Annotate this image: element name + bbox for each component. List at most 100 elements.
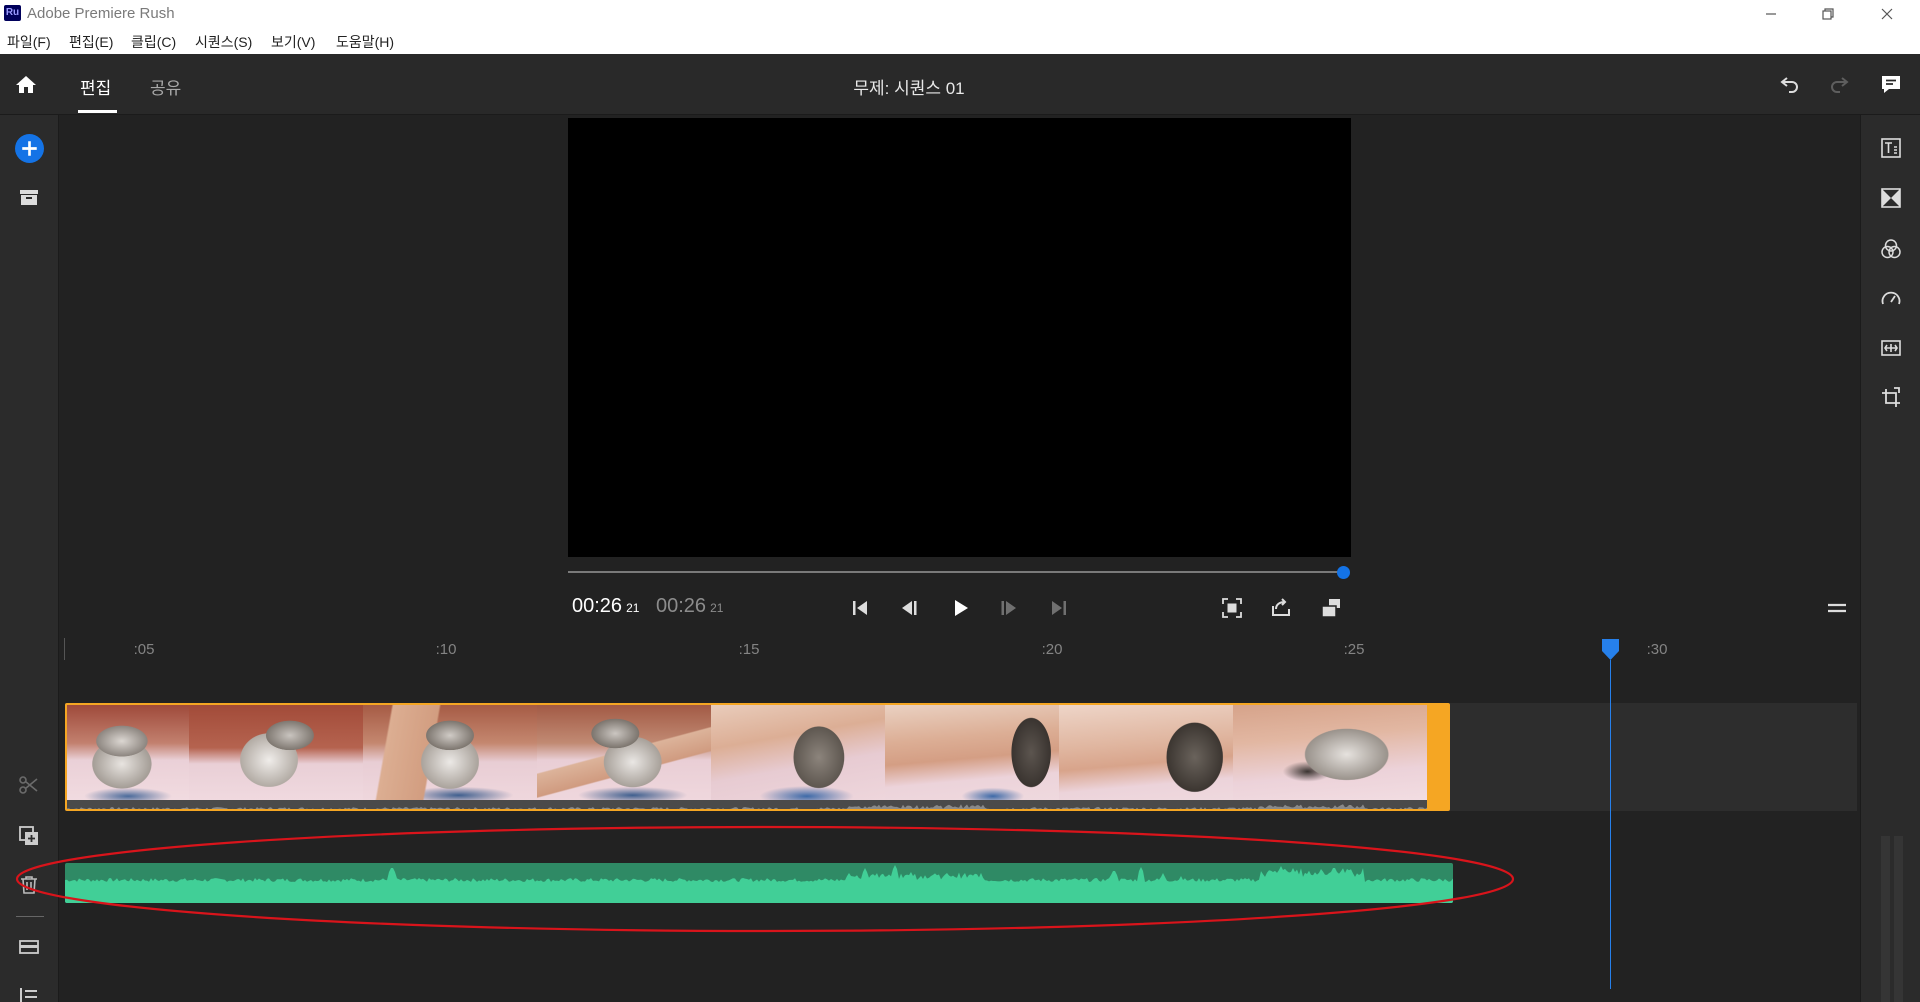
video-preview[interactable] bbox=[568, 118, 1351, 557]
menu-file[interactable]: 파일(F) bbox=[7, 32, 51, 52]
toolbar-divider bbox=[16, 916, 44, 917]
premiere-rush-window: Ru Adobe Premiere Rush 파일(F) 편집(E) 클립(C)… bbox=[0, 0, 1920, 1002]
scrubber-handle[interactable] bbox=[1336, 566, 1350, 579]
add-track-button[interactable] bbox=[13, 931, 45, 963]
duration-timecode: 00:26 21 bbox=[656, 595, 723, 618]
color-icon bbox=[1881, 239, 1901, 259]
step-forward-icon bbox=[1001, 601, 1016, 615]
audio-button[interactable] bbox=[1875, 332, 1907, 364]
close-icon bbox=[1881, 8, 1893, 19]
clip-thumbnail bbox=[537, 705, 711, 800]
minimize-icon bbox=[1766, 12, 1776, 15]
menu-edit[interactable]: 편집(E) bbox=[69, 32, 113, 52]
undo-button[interactable] bbox=[1774, 69, 1806, 101]
duration-frames: 21 bbox=[710, 601, 724, 615]
fullscreen-icon bbox=[1222, 598, 1242, 618]
video-clip[interactable] bbox=[65, 703, 1450, 811]
transform-button[interactable] bbox=[1875, 382, 1907, 414]
embedded-waveform bbox=[67, 804, 1429, 809]
color-button[interactable] bbox=[1875, 233, 1907, 265]
right-toolbar bbox=[1860, 115, 1920, 1002]
close-button[interactable] bbox=[1864, 0, 1910, 27]
speed-icon bbox=[1881, 291, 1901, 305]
restore-button[interactable] bbox=[1805, 0, 1851, 27]
graphics-button[interactable] bbox=[1875, 132, 1907, 164]
timeline-menu-button[interactable] bbox=[1821, 592, 1853, 624]
clip-thumbnail bbox=[363, 705, 537, 800]
clip-thumbnails bbox=[67, 705, 1429, 800]
skip-to-start-icon bbox=[853, 601, 867, 615]
ruler-label: :05 bbox=[133, 641, 155, 658]
speed-button[interactable] bbox=[1875, 282, 1907, 314]
ruler-label: :30 bbox=[1646, 641, 1668, 658]
clip-thumbnail bbox=[189, 705, 363, 800]
menu-clip[interactable]: 클립(C) bbox=[131, 32, 176, 52]
app-header: 편집 공유 무제: 시퀀스 01 bbox=[0, 54, 1920, 115]
skip-to-end-button[interactable] bbox=[1043, 592, 1075, 624]
delete-icon bbox=[21, 876, 37, 894]
clip-thumbnail bbox=[67, 705, 189, 800]
redo-button[interactable] bbox=[1823, 69, 1855, 101]
clip-thumbnail bbox=[1233, 705, 1429, 800]
menu-view[interactable]: 보기(V) bbox=[271, 32, 315, 52]
current-frames: 21 bbox=[626, 601, 640, 615]
transitions-icon bbox=[1881, 188, 1901, 208]
playhead-line bbox=[1610, 660, 1611, 989]
ruler-start-tick bbox=[64, 638, 65, 660]
feedback-icon bbox=[1882, 76, 1900, 93]
menu-help[interactable]: 도움말(H) bbox=[336, 32, 394, 52]
media-bin-button[interactable] bbox=[13, 182, 45, 214]
menu-bar: 파일(F) 편집(E) 클립(C) 시퀀스(S) 보기(V) 도움말(H) bbox=[0, 27, 1920, 54]
audio-meter-right bbox=[1894, 836, 1903, 1002]
clip-trim-handle[interactable] bbox=[1427, 705, 1448, 809]
track-list-button[interactable] bbox=[13, 984, 45, 1002]
step-back-button[interactable] bbox=[893, 592, 925, 624]
audio-meter-left bbox=[1881, 836, 1890, 1002]
loop-button[interactable] bbox=[1265, 592, 1297, 624]
ruler-label: :15 bbox=[738, 641, 760, 658]
play-button[interactable] bbox=[944, 592, 976, 624]
aspect-ratio-button[interactable] bbox=[1315, 592, 1347, 624]
clip-embedded-audio-waveform bbox=[67, 800, 1429, 809]
scrubber-track[interactable] bbox=[568, 571, 1343, 573]
skip-to-end-icon bbox=[1052, 601, 1066, 615]
split-clip-button[interactable] bbox=[13, 769, 45, 801]
menu-sequence[interactable]: 시퀀스(S) bbox=[195, 32, 252, 52]
ruler-label: :10 bbox=[435, 641, 457, 658]
title-bar: Ru Adobe Premiere Rush bbox=[0, 0, 1920, 27]
active-tab-indicator bbox=[78, 110, 117, 113]
clip-thumbnail bbox=[1059, 705, 1233, 800]
left-toolbar bbox=[0, 115, 59, 1002]
project-title[interactable]: 무제: 시퀀스 01 bbox=[0, 74, 1818, 99]
ruler-label: :20 bbox=[1041, 641, 1063, 658]
audio-clip[interactable] bbox=[65, 863, 1453, 903]
loop-icon bbox=[1272, 598, 1290, 616]
feedback-button[interactable] bbox=[1875, 69, 1907, 101]
app-title: Adobe Premiere Rush bbox=[27, 5, 175, 22]
current-timecode: 00:26 21 bbox=[572, 595, 639, 618]
playhead-handle[interactable] bbox=[1601, 638, 1620, 661]
add-track-icon bbox=[19, 940, 39, 954]
duplicate-icon bbox=[19, 826, 38, 845]
current-time: 00:26 bbox=[572, 595, 623, 617]
add-media-button[interactable] bbox=[13, 132, 45, 164]
step-forward-button[interactable] bbox=[993, 592, 1025, 624]
step-back-icon bbox=[902, 601, 917, 615]
duplicate-button[interactable] bbox=[13, 820, 45, 852]
transitions-button[interactable] bbox=[1875, 182, 1907, 214]
fullscreen-button[interactable] bbox=[1216, 592, 1248, 624]
minimize-button[interactable] bbox=[1748, 0, 1794, 27]
skip-to-start-button[interactable] bbox=[844, 592, 876, 624]
audio-waveform bbox=[65, 865, 1453, 903]
undo-icon bbox=[1780, 77, 1798, 93]
aspect-ratio-icon bbox=[1321, 599, 1340, 618]
split-clip-icon bbox=[19, 776, 38, 794]
waveform-shape bbox=[65, 865, 1453, 903]
duration-time: 00:26 bbox=[656, 595, 707, 617]
media-bin-icon bbox=[20, 190, 38, 205]
transform-icon bbox=[1882, 387, 1900, 407]
add-media-icon bbox=[14, 133, 44, 163]
redo-icon bbox=[1831, 77, 1849, 93]
delete-button[interactable] bbox=[13, 869, 45, 901]
clip-thumbnail bbox=[711, 705, 885, 800]
